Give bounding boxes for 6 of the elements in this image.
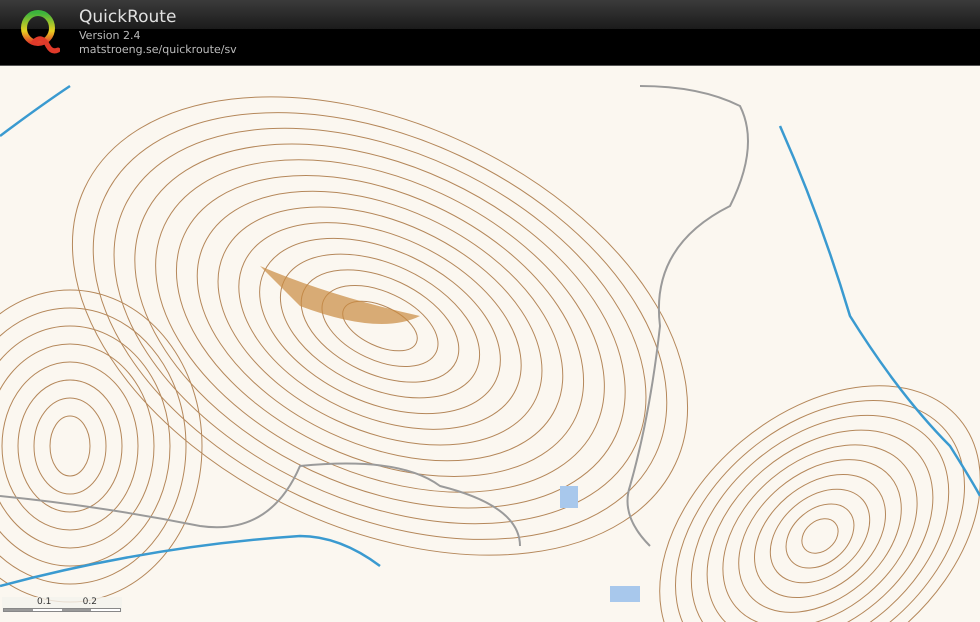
- website-link[interactable]: matstroeng.se/quickroute/sv: [79, 43, 237, 57]
- scale-label: 0.2: [82, 597, 97, 608]
- version-text: Version 2.4: [79, 29, 142, 43]
- logo-icon: [18, 8, 60, 56]
- app-title: QuickRoute: [79, 6, 178, 28]
- scale-label: 0.1: [37, 597, 52, 608]
